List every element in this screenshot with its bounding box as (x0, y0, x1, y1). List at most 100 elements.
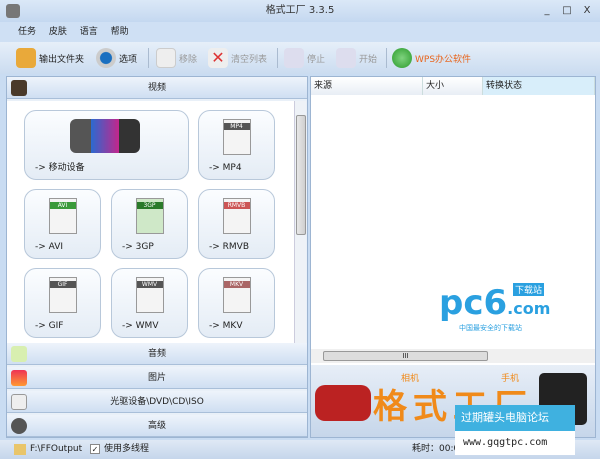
music-note-icon (11, 346, 27, 362)
menu-task[interactable]: 任务 (18, 22, 36, 42)
tile-wmv[interactable]: WMV -> WMV (111, 268, 188, 338)
category-label: 音频 (147, 349, 166, 359)
output-path[interactable]: F:\FFOutput (30, 440, 82, 459)
menu-bar: 任务 皮肤 语言 帮助 (0, 22, 600, 42)
divider (386, 48, 387, 68)
tile-label: -> MKV (209, 321, 243, 331)
disc-drive-icon (11, 394, 27, 410)
category-label: 高级 (147, 421, 166, 431)
category-picture[interactable]: 图片 (7, 367, 307, 389)
watermark-url: www.gqgtpc.com (455, 431, 575, 455)
watermark-title: 过期罐头电脑论坛 (455, 405, 575, 431)
multithread-label: 使用多线程 (104, 444, 150, 454)
banner-tag-camera: 相机 (401, 374, 420, 384)
logo-subtitle: 中国最安全的下载站 (459, 324, 522, 332)
wmv-file-icon: WMV (135, 277, 164, 313)
category-panel: 视频 -> 移动设备 MP4 -> MP4 AVI -> AVI 3GP -> 3GP… (6, 76, 308, 438)
output-folder-label: 输出文件夹 (39, 54, 85, 65)
watermark: 过期罐头电脑论坛 www.gqgtpc.com (455, 405, 575, 459)
badge: MKV (223, 281, 250, 288)
logo-main: pc6 (439, 283, 508, 323)
task-list-panel: 来源 大小 转换状态 pc6.com 下载站 中国最安全的下载站 III 格式工… (310, 76, 596, 438)
film-icon (11, 80, 27, 96)
menu-language[interactable]: 语言 (80, 22, 98, 42)
wps-button[interactable]: WPS办公软件 (392, 46, 471, 70)
category-advanced[interactable]: 高级 (7, 415, 307, 437)
divider (277, 48, 278, 68)
tile-label: -> AVI (35, 242, 64, 252)
minimize-button[interactable]: _ (540, 4, 554, 18)
badge: GIF (49, 281, 76, 288)
category-disc[interactable]: 光驱设备\DVD\CD\ISO (7, 391, 307, 413)
column-size[interactable]: 大小 (423, 77, 483, 95)
category-label: 光驱设备\DVD\CD\ISO (110, 397, 204, 407)
scroll-thumb[interactable]: III (323, 351, 488, 361)
tile-label: -> GIF (35, 321, 64, 331)
close-button[interactable]: X (580, 4, 594, 18)
maximize-button[interactable]: □ (560, 4, 574, 18)
horizontal-scrollbar[interactable]: III (311, 349, 595, 363)
column-status[interactable]: 转换状态 (483, 77, 595, 95)
multithread-checkbox[interactable]: ✓ (90, 444, 100, 454)
3gp-file-icon: 3GP (135, 198, 164, 234)
divider (148, 48, 149, 68)
tile-label: -> MP4 (209, 163, 242, 173)
tile-avi[interactable]: AVI -> AVI (24, 189, 101, 259)
tile-3gp[interactable]: 3GP -> 3GP (111, 189, 188, 259)
gif-file-icon: GIF (48, 277, 77, 313)
start-icon (336, 48, 356, 68)
stop-button[interactable]: 停止 (284, 46, 325, 70)
logo-dotcom: .com (507, 299, 551, 318)
folder-icon (16, 48, 36, 68)
menu-skin[interactable]: 皮肤 (49, 22, 67, 42)
category-audio[interactable]: 音频 (7, 343, 307, 365)
tile-mkv[interactable]: MKV -> MKV (198, 268, 275, 338)
tile-label: -> RMVB (209, 242, 249, 252)
column-source[interactable]: 来源 (311, 77, 423, 95)
tile-label: -> 3GP (122, 242, 154, 252)
picture-icon (11, 370, 27, 386)
mp4-file-icon: MP4 (222, 119, 251, 155)
category-label: 视频 (147, 83, 166, 93)
options-button[interactable]: 选项 (96, 46, 137, 70)
pc6-logo: pc6.com 下载站 中国最安全的下载站 (439, 283, 559, 347)
title-bar: 格式工厂 3.3.5 _ □ X (0, 0, 600, 22)
toolbar: 输出文件夹 选项 移除 ✕ 清空列表 停止 开始 WPS办公软件 (0, 42, 600, 74)
tile-gif[interactable]: GIF -> GIF (24, 268, 101, 338)
stop-icon (284, 48, 304, 68)
tile-mobile-device[interactable]: -> 移动设备 (24, 110, 189, 180)
output-folder-button[interactable]: 输出文件夹 (16, 46, 84, 70)
wps-label: WPS办公软件 (415, 54, 472, 65)
scroll-thumb[interactable] (296, 115, 306, 235)
logo-tag: 下载站 (513, 283, 545, 296)
wps-globe-icon (392, 48, 412, 68)
badge: AVI (49, 202, 76, 209)
remove-button[interactable]: 移除 (156, 46, 197, 70)
category-video[interactable]: 视频 (7, 77, 307, 99)
camcorder-icon (315, 385, 371, 421)
start-button[interactable]: 开始 (336, 46, 377, 70)
document-remove-icon (156, 48, 176, 68)
clear-list-button[interactable]: ✕ 清空列表 (208, 46, 267, 70)
tile-rmvb[interactable]: RMVB -> RMVB (198, 189, 275, 259)
menu-help[interactable]: 帮助 (111, 22, 129, 42)
window-title: 格式工厂 3.3.5 (265, 5, 335, 16)
app-icon (6, 4, 20, 18)
badge: 3GP (136, 202, 163, 209)
tile-label: -> 移动设备 (35, 163, 85, 173)
tile-label: -> WMV (122, 321, 159, 331)
folder-icon (14, 444, 26, 455)
gear-icon (96, 48, 116, 68)
category-label: 图片 (147, 373, 166, 383)
banner-tag-phone: 手机 (501, 374, 520, 384)
badge: MP4 (223, 123, 250, 130)
badge: WMV (136, 281, 163, 288)
remove-label: 移除 (179, 54, 198, 65)
clear-list-label: 清空列表 (231, 54, 268, 65)
tile-mp4[interactable]: MP4 -> MP4 (198, 110, 275, 180)
video-format-grid: -> 移动设备 MP4 -> MP4 AVI -> AVI 3GP -> 3GP RM… (7, 101, 295, 343)
clear-x-icon: ✕ (208, 48, 228, 68)
mkv-file-icon: MKV (222, 277, 251, 313)
vertical-scrollbar[interactable] (294, 101, 306, 343)
stop-label: 停止 (307, 54, 326, 65)
